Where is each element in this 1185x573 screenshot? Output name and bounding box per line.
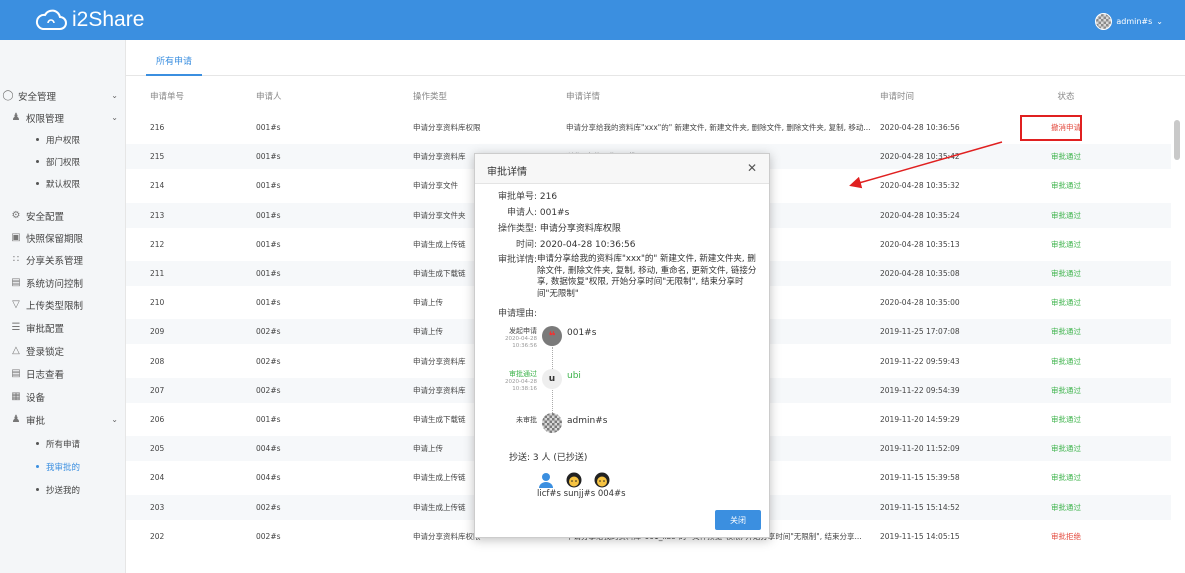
avatar xyxy=(542,413,562,433)
timeline-time: 2020-04-28 10:36:56 xyxy=(505,336,537,349)
timeline-time: 2020-04-28 10:38:16 xyxy=(505,379,537,392)
timeline-step-approved: 审批通过 2020-04-28 10:38:16 u ubi xyxy=(475,367,771,397)
cc-label: 抄送: 3 人 (已抄送) xyxy=(509,453,588,463)
field-operation: 操作类型: 申请分享资料库权限 xyxy=(483,223,621,235)
cc-avatars xyxy=(537,472,611,488)
field-label: 操作类型: xyxy=(497,224,537,234)
field-value: 申请分享资料库权限 xyxy=(539,224,621,234)
close-button[interactable]: 关闭 xyxy=(715,510,761,530)
field-value: 216 xyxy=(539,192,558,202)
field-label: 申请理由: xyxy=(497,309,537,319)
field-time: 时间: 2020-04-28 10:36:56 xyxy=(483,239,636,251)
dialog-title: 审批详情 xyxy=(487,167,527,178)
cc-names: licf#s sunjj#s 004#s xyxy=(537,489,626,499)
timeline-name: admin#s xyxy=(567,416,608,426)
timeline-step-submitted: 发起申请 2020-04-28 10:36:56 ❝ 001#s xyxy=(475,324,771,354)
timeline-name: ubi xyxy=(567,371,581,381)
field-value: 001#s xyxy=(539,208,570,218)
timeline-label: 未审批 xyxy=(516,416,537,424)
field-approval-id: 审批单号: 216 xyxy=(483,191,557,203)
timeline-step-pending: 未审批 admin#s xyxy=(475,411,771,441)
user-avatar-icon: u xyxy=(542,369,562,389)
field-detail-text: 申请分享给我的资料库"xxx"的" 新建文件, 新建文件夹, 删除文件, 删除文… xyxy=(537,254,757,299)
approval-detail-dialog: 审批详情 ✕ 审批单号: 216 申请人: 001#s 操作类型: 申请分享资料… xyxy=(474,153,770,538)
field-detail-label: 审批详情: xyxy=(483,254,537,266)
field-value: 2020-04-28 10:36:56 xyxy=(539,240,636,250)
quote-avatar-icon: ❝ xyxy=(542,326,562,346)
person-icon xyxy=(539,473,553,488)
close-icon[interactable]: ✕ xyxy=(747,161,757,175)
field-label: 时间: xyxy=(515,240,537,250)
field-applicant: 申请人: 001#s xyxy=(483,207,569,219)
field-label: 审批单号: xyxy=(497,192,537,202)
field-label: 申请人: xyxy=(506,208,537,218)
cartoon-avatar-icon xyxy=(594,472,610,488)
timeline-label: 发起申请 xyxy=(509,327,537,335)
field-label: 审批详情: xyxy=(497,255,537,265)
timeline-name: 001#s xyxy=(567,328,597,338)
cartoon-avatar-icon xyxy=(566,472,582,488)
timeline-label: 审批通过 xyxy=(509,370,537,378)
field-reason-label: 申请理由: xyxy=(483,308,537,320)
dialog-header: 审批详情 ✕ xyxy=(475,154,769,184)
